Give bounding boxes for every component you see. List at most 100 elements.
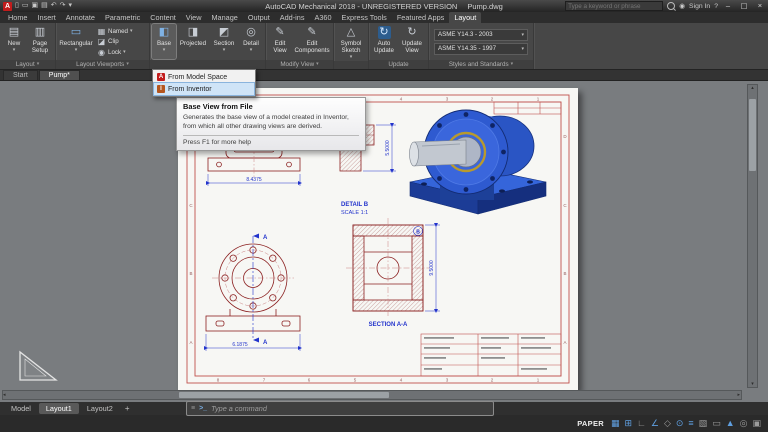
detail-scale-label: SCALE 1:1 xyxy=(341,210,368,216)
maximize-button[interactable]: ▢ xyxy=(738,0,750,12)
plot-icon[interactable]: ▤ xyxy=(41,0,48,12)
tab-a360[interactable]: A360 xyxy=(310,12,337,23)
update-view-button[interactable]: ↻ Update View xyxy=(398,24,426,59)
tab-model[interactable]: Model xyxy=(4,403,38,414)
clean-screen-icon[interactable]: ▣ xyxy=(752,419,761,428)
horizontal-scroll-thumb[interactable] xyxy=(179,392,389,398)
panel-label-update[interactable]: Update xyxy=(369,60,428,69)
panel-label-styles-standards[interactable]: Styles and Standards▾ xyxy=(429,60,533,69)
app-logo[interactable]: A xyxy=(3,2,12,11)
close-button[interactable]: × xyxy=(754,0,766,12)
symbol-sketch-button[interactable]: △ Symbol Sketch ▾ xyxy=(336,24,366,60)
section-view-button[interactable]: ◩ Section ▾ xyxy=(210,24,238,59)
svg-text:5: 5 xyxy=(354,378,357,383)
paper-space-toggle[interactable]: PAPER xyxy=(577,419,604,428)
qat-dropdown-icon[interactable]: ▾ xyxy=(68,0,72,12)
clip-viewport-button[interactable]: ◪ Clip xyxy=(95,37,147,47)
grid-icon[interactable]: ▦ xyxy=(611,419,620,428)
search-icon[interactable] xyxy=(667,2,675,10)
user-icon: ◉ xyxy=(679,2,685,10)
rectangular-viewport-button[interactable]: ▭ Rectangular ▾ xyxy=(58,24,94,59)
edit-view-button[interactable]: ✎ Edit View xyxy=(268,24,292,59)
tab-layout2[interactable]: Layout2 xyxy=(80,403,120,414)
tab-output[interactable]: Output xyxy=(243,12,275,23)
menu-item-from-inventor[interactable]: I From Inventor xyxy=(154,83,254,95)
transparency-icon[interactable]: ▧ xyxy=(699,419,708,428)
ortho-icon[interactable]: ∟ xyxy=(637,419,646,428)
tab-manage[interactable]: Manage xyxy=(206,12,242,23)
tab-content[interactable]: Content xyxy=(145,12,181,23)
scroll-left-icon[interactable]: ◂ xyxy=(3,392,6,398)
tab-annotate[interactable]: Annotate xyxy=(61,12,100,23)
file-tab-pump[interactable]: Pump* xyxy=(39,70,80,80)
polar-tracking-icon[interactable]: ∠ xyxy=(651,419,659,428)
panel-flyout-icon: ▾ xyxy=(126,60,129,69)
panel-label-layout-viewports[interactable]: Layout Viewports▾ xyxy=(56,60,149,69)
redo-icon[interactable]: ↷ xyxy=(60,0,66,12)
svg-text:A: A xyxy=(189,340,192,345)
tab-layout[interactable]: Layout xyxy=(449,12,481,23)
annotation-scale-icon[interactable]: ▲ xyxy=(726,419,735,428)
lineweight-icon[interactable]: ≡ xyxy=(688,419,693,428)
workspace-icon[interactable]: ◎ xyxy=(740,419,748,428)
tab-parametric[interactable]: Parametric xyxy=(100,12,145,23)
svg-text:1: 1 xyxy=(537,97,540,102)
save-icon[interactable]: ▣ xyxy=(31,0,38,12)
panel-label-create-view[interactable] xyxy=(150,60,265,69)
scroll-down-icon[interactable]: ▾ xyxy=(751,381,754,387)
vertical-scroll-thumb[interactable] xyxy=(749,99,756,171)
tab-view[interactable]: View xyxy=(181,12,207,23)
lock-viewport-button[interactable]: ◉ Lock ▾ xyxy=(95,47,147,57)
new-icon[interactable]: ▯ xyxy=(15,0,19,12)
command-input-placeholder[interactable]: Type a command xyxy=(211,404,267,413)
object-snap-icon[interactable]: ⊙ xyxy=(676,419,684,428)
auto-update-icon: ↻ xyxy=(378,26,391,39)
named-viewport-button[interactable]: ▦ Named ▾ xyxy=(95,26,147,36)
help-icon[interactable]: ? xyxy=(714,3,718,10)
isodraft-icon[interactable]: ◇ xyxy=(664,419,671,428)
selection-cycling-icon[interactable]: ▭ xyxy=(712,419,721,428)
snap-icon[interactable]: ⊞ xyxy=(625,419,633,428)
svg-text:3: 3 xyxy=(446,378,449,383)
tab-addins[interactable]: Add-ins xyxy=(275,12,310,23)
search-input[interactable] xyxy=(565,1,663,11)
command-customize-icon[interactable]: ≡ xyxy=(191,405,195,412)
auto-update-button[interactable]: ↻ Auto Update xyxy=(371,24,397,59)
undo-icon[interactable]: ↶ xyxy=(51,0,57,12)
chevron-down-icon: ▾ xyxy=(521,32,524,38)
drawing-canvas[interactable]: 8 7 6 5 4 3 2 1 8 7 6 5 4 3 2 1 xyxy=(0,80,768,402)
scroll-right-icon[interactable]: ▸ xyxy=(737,392,740,398)
file-tab-start[interactable]: Start xyxy=(3,70,38,80)
sign-in-button[interactable]: Sign In xyxy=(689,3,710,10)
projected-view-icon: ◨ xyxy=(187,26,200,39)
file-tab-bar: Start Pump* xyxy=(0,69,768,81)
edit-components-button[interactable]: ✎ Edit Components xyxy=(293,24,331,59)
tab-insert[interactable]: Insert xyxy=(32,12,60,23)
panel-label-modify-view[interactable]: Modify View▾ xyxy=(266,60,333,69)
page-setup-button[interactable]: ▥ Page Setup xyxy=(27,24,53,59)
horizontal-scrollbar[interactable]: ◂ ▸ xyxy=(2,390,742,400)
tab-layout1[interactable]: Layout1 xyxy=(39,403,79,414)
base-view-button[interactable]: ◧ Base ▾ xyxy=(152,24,176,59)
section-label: SECTION A-A xyxy=(369,322,408,328)
detail-view-button[interactable]: ◎ Detail ▾ xyxy=(239,24,263,59)
revision-standard-select[interactable]: ASME Y14.35 - 1997 ▾ xyxy=(434,43,528,55)
open-icon[interactable]: ▭ xyxy=(22,0,29,12)
scroll-up-icon[interactable]: ▴ xyxy=(751,85,754,91)
panel-label-symbol-sketch[interactable] xyxy=(334,61,368,69)
minimize-button[interactable]: – xyxy=(722,0,734,12)
drafting-standard-select[interactable]: ASME Y14.3 - 2003 ▾ xyxy=(434,29,528,41)
vertical-scrollbar[interactable]: ▴ ▾ xyxy=(747,84,758,388)
dropdown-icon: ▾ xyxy=(350,55,353,60)
new-layout-tab-button[interactable]: + xyxy=(121,404,134,413)
panel-flyout-icon: ▾ xyxy=(511,60,514,69)
projected-view-button[interactable]: ◨ Projected xyxy=(177,24,209,59)
panel-label-layout[interactable]: Layout▾ xyxy=(0,60,55,69)
tab-express-tools[interactable]: Express Tools xyxy=(337,12,392,23)
zone-numbers-bottom: 8 7 6 5 4 3 2 1 xyxy=(217,378,540,383)
tab-home[interactable]: Home xyxy=(3,12,32,23)
new-layout-button[interactable]: ▤ New ▾ xyxy=(2,24,26,59)
command-line[interactable]: ≡ >_ Type a command xyxy=(186,401,494,416)
menu-item-from-model-space[interactable]: A From Model Space xyxy=(154,71,254,83)
tab-featured-apps[interactable]: Featured Apps xyxy=(392,12,449,23)
